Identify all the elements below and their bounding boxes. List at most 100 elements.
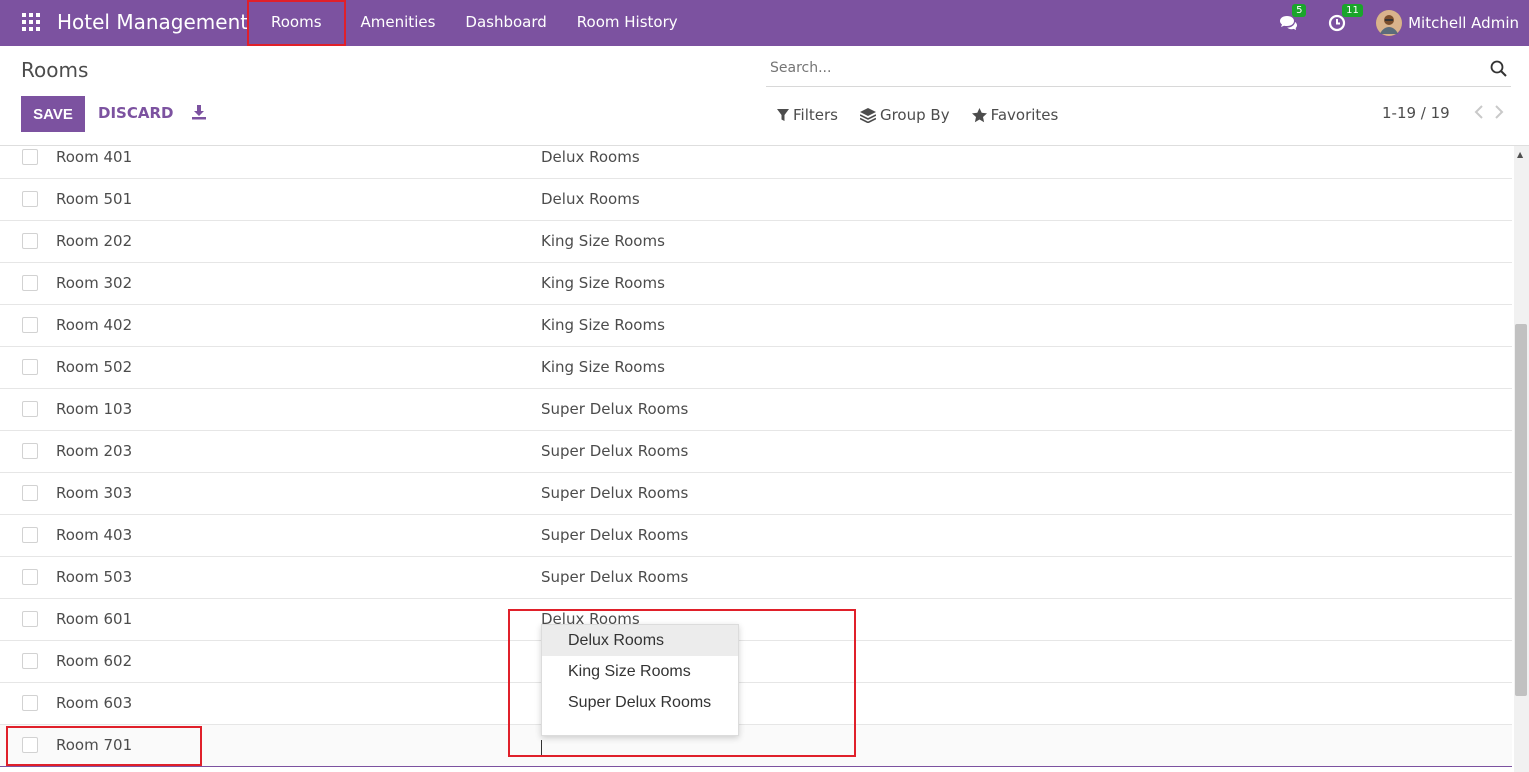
table-row[interactable]: Room 602 [0,641,1512,683]
room-name: Room 603 [56,694,133,712]
row-checkbox[interactable] [22,317,38,333]
control-panel-divider [0,145,1529,146]
menu-amenities[interactable]: Amenities [346,0,451,46]
group-by-button[interactable]: Group By [859,106,950,124]
row-checkbox[interactable] [22,611,38,627]
breadcrumb: Rooms [21,58,89,82]
messages-menu[interactable]: 5 [1278,4,1307,32]
room-type: King Size Rooms [541,232,665,250]
row-checkbox[interactable] [22,443,38,459]
room-name: Room 302 [56,274,133,292]
room-name: Room 402 [56,316,133,334]
room-name: Room 403 [56,526,133,544]
dropdown-option[interactable]: Delux Rooms [542,625,738,656]
table-row[interactable]: Room 503 Super Delux Rooms [0,557,1512,599]
room-name: Room 503 [56,568,133,586]
table-row[interactable]: Room 202 King Size Rooms [0,221,1512,263]
room-type: Delux Rooms [541,190,640,208]
star-icon [971,107,987,122]
search-icon[interactable] [1490,60,1507,81]
table-row[interactable]: Room 103 Super Delux Rooms [0,389,1512,431]
messages-count-badge: 5 [1292,4,1307,17]
table-row[interactable]: Room 501 Delux Rooms [0,179,1512,221]
dropdown-option[interactable]: Super Delux Rooms [542,687,738,718]
row-checkbox[interactable] [22,191,38,207]
room-type: King Size Rooms [541,358,665,376]
scrollbar-thumb[interactable] [1515,324,1527,696]
room-name: Room 501 [56,190,133,208]
table-row[interactable]: Room 502 King Size Rooms [0,347,1512,389]
row-checkbox[interactable] [22,527,38,543]
funnel-icon [777,108,789,121]
row-checkbox[interactable] [22,149,38,165]
room-name: Room 401 [56,148,133,166]
user-menu[interactable]: Mitchell Admin [1376,10,1519,36]
table-row[interactable]: Room 203 Super Delux Rooms [0,431,1512,473]
menu-room-history[interactable]: Room History [562,0,693,46]
row-checkbox[interactable] [22,401,38,417]
editing-row[interactable]: Room 701 [0,725,1512,767]
activities-count-badge: 11 [1342,4,1363,17]
room-type: King Size Rooms [541,274,665,292]
room-name: Room 602 [56,652,133,670]
room-name: Room 601 [56,610,133,628]
filters-button[interactable]: Filters [777,106,838,124]
group-by-label: Group By [879,106,950,124]
top-navbar: Hotel Management Rooms Amenities Dashboa… [0,0,1529,46]
search-bar [766,56,1511,87]
table-row[interactable]: Room 601 Delux Rooms [0,599,1512,641]
discard-button[interactable]: DISCARD [98,104,173,122]
table-row[interactable]: Room 401 Delux Rooms [0,137,1512,179]
table-row[interactable]: Room 603 [0,683,1512,725]
room-name: Room 202 [56,232,133,250]
row-checkbox[interactable] [22,485,38,501]
table-row[interactable]: Room 303 Super Delux Rooms [0,473,1512,515]
filters-label: Filters [793,106,838,124]
row-checkbox[interactable] [22,569,38,585]
pager-previous-icon[interactable] [1474,104,1484,123]
row-checkbox[interactable] [22,737,38,753]
export-download-icon[interactable] [191,104,207,124]
row-checkbox[interactable] [22,275,38,291]
room-name: Room 502 [56,358,133,376]
room-name: Room 303 [56,484,133,502]
room-type: Super Delux Rooms [541,568,689,586]
row-checkbox[interactable] [22,359,38,375]
table-row[interactable]: Room 403 Super Delux Rooms [0,515,1512,557]
favorites-label: Favorites [990,106,1059,124]
pager-value[interactable]: 1-19 / 19 [1382,104,1450,122]
search-input[interactable] [768,59,1472,77]
text-cursor [541,740,542,755]
menu-rooms[interactable]: Rooms [247,0,346,46]
room-type: Super Delux Rooms [541,526,689,544]
main-menu: Rooms Amenities Dashboard Room History [247,0,693,46]
table-row[interactable]: Room 402 King Size Rooms [0,305,1512,347]
row-checkbox[interactable] [22,233,38,249]
row-checkbox[interactable] [22,653,38,669]
room-name: Room 701 [56,736,133,754]
menu-dashboard[interactable]: Dashboard [450,0,561,46]
layers-icon [859,107,876,123]
room-type: Delux Rooms [541,148,640,166]
room-name: Room 203 [56,442,133,460]
pager-next-icon[interactable] [1494,104,1504,123]
pager-nav [1464,104,1504,123]
systray: 5 11 Mitchell Admin [1248,0,1519,46]
activities-menu[interactable]: 11 [1328,4,1363,32]
favorites-button[interactable]: Favorites [971,106,1059,124]
room-type: King Size Rooms [541,316,665,334]
user-name: Mitchell Admin [1408,14,1519,32]
room-type: Super Delux Rooms [541,484,689,502]
apps-menu-icon[interactable] [22,13,40,31]
list-scrollbar[interactable]: ▲ [1514,146,1529,772]
dropdown-option[interactable]: King Size Rooms [542,656,738,687]
room-type: Super Delux Rooms [541,400,689,418]
room-name: Room 103 [56,400,133,418]
rooms-list: Room 401 Delux Rooms Room 501 Delux Rooms … [0,137,1512,767]
search-options: Filters Group By Favorites [777,106,1080,124]
table-row[interactable]: Room 302 King Size Rooms [0,263,1512,305]
save-button[interactable]: SAVE [21,96,85,132]
row-checkbox[interactable] [22,695,38,711]
app-title[interactable]: Hotel Management [57,10,248,34]
scroll-up-icon[interactable]: ▲ [1517,150,1523,159]
